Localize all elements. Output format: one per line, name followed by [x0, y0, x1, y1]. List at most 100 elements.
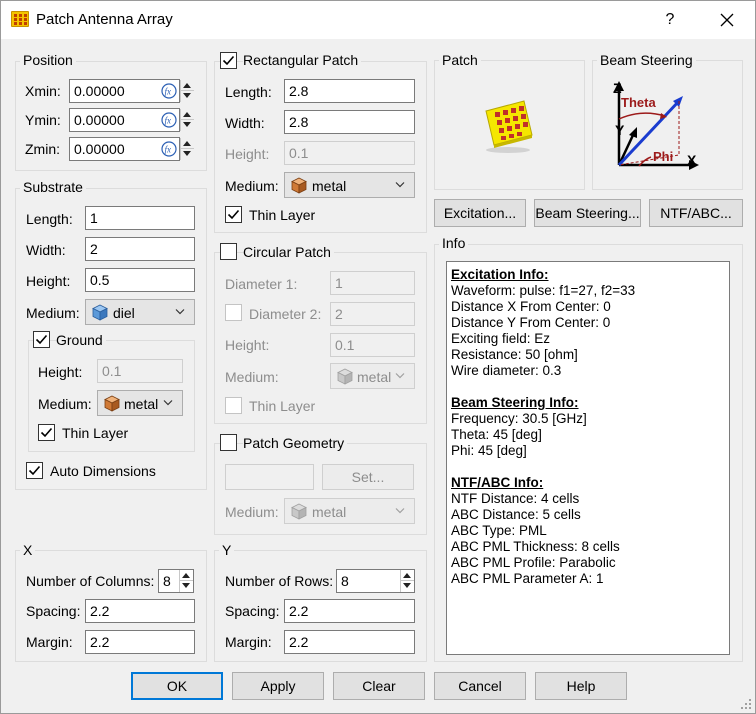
ground-medium-select[interactable]: metal — [97, 390, 183, 416]
substrate-width-input[interactable]: 2 — [85, 237, 195, 261]
circ-patch-checkbox[interactable] — [220, 243, 237, 260]
rect-width-label: Width: — [225, 115, 265, 131]
ground-thin-layer-checkbox[interactable] — [38, 424, 55, 441]
info-text-panel[interactable]: Excitation Info: Waveform: pulse: f1=27,… — [446, 261, 730, 655]
rect-length-input[interactable]: 2.8 — [284, 79, 415, 103]
columns-label: Number of Columns: — [26, 573, 155, 589]
y-margin-input[interactable]: 2.2 — [284, 630, 415, 654]
circ-height-input[interactable]: 0.1 — [330, 333, 415, 357]
rect-medium-label: Medium: — [225, 178, 279, 194]
info-line: Theta: 45 [deg] — [451, 427, 542, 442]
geometry-medium-label: Medium: — [225, 504, 279, 520]
zmin-label: Zmin: — [25, 141, 60, 157]
ground-height-input[interactable]: 0.1 — [97, 359, 183, 383]
chevron-down-icon — [175, 309, 185, 315]
y-margin-label: Margin: — [225, 634, 272, 650]
rect-patch-checkbox[interactable] — [220, 52, 237, 69]
rect-thin-layer-label: Thin Layer — [249, 207, 316, 223]
rect-thin-layer-checkbox[interactable] — [225, 206, 242, 223]
ymin-spinner[interactable] — [180, 109, 194, 131]
diameter2-input[interactable]: 2 — [330, 302, 415, 326]
dielectric-cube-icon — [92, 304, 108, 321]
geometry-medium-select[interactable]: metal — [284, 498, 415, 524]
function-icon[interactable]: fx — [161, 83, 177, 99]
circ-thin-layer-checkbox[interactable] — [225, 397, 242, 414]
columns-spinner[interactable] — [179, 570, 193, 592]
ok-button[interactable]: OK — [131, 672, 223, 700]
y-group-title: Y — [219, 542, 235, 558]
info-line: Distance Y From Center: 0 — [451, 315, 611, 330]
diameter2-checkbox[interactable] — [225, 304, 242, 321]
info-line: ABC PML Parameter A: 1 — [451, 571, 604, 586]
auto-dimensions-checkbox[interactable] — [26, 462, 43, 479]
info-line: Resistance: 50 [ohm] — [451, 347, 578, 362]
x-spacing-input[interactable]: 2.2 — [85, 599, 195, 623]
function-icon[interactable]: fx — [161, 112, 177, 128]
ground-label: Ground — [56, 332, 106, 348]
substrate-height-input[interactable]: 0.5 — [85, 268, 195, 292]
close-icon — [720, 13, 734, 27]
x-margin-input[interactable]: 2.2 — [85, 630, 195, 654]
info-line: Wire diameter: 0.3 — [451, 363, 562, 378]
info-line: NTF Distance: 4 cells — [451, 491, 580, 506]
ground-checkbox[interactable] — [33, 331, 50, 348]
excitation-info-heading: Excitation Info: — [451, 267, 549, 282]
checkmark-icon — [222, 55, 235, 66]
info-line: ABC Type: PML — [451, 523, 547, 538]
excitation-button[interactable]: Excitation... — [434, 199, 526, 227]
rect-height-input[interactable]: 0.1 — [284, 141, 415, 165]
patch-geometry-checkbox[interactable] — [220, 434, 237, 451]
circ-thin-layer-label: Thin Layer — [249, 398, 316, 414]
ntf-info-heading: NTF/ABC Info: — [451, 475, 544, 490]
rect-patch-label: Rectangular Patch — [243, 52, 362, 68]
geometry-medium-value: metal — [312, 504, 347, 520]
rect-medium-select[interactable]: metal — [284, 172, 415, 198]
axis-y-label: Y — [615, 122, 625, 138]
help-title-button[interactable]: ? — [656, 5, 684, 35]
checkmark-icon — [227, 209, 240, 220]
title-bar: Patch Antenna Array ? — [1, 1, 755, 39]
close-button[interactable] — [709, 5, 745, 35]
metal-cube-icon — [104, 395, 120, 412]
cancel-button[interactable]: Cancel — [434, 672, 526, 700]
substrate-medium-select[interactable]: diel — [85, 299, 195, 325]
ground-medium-value: metal — [124, 396, 159, 412]
zmin-spinner[interactable] — [180, 138, 194, 160]
checkmark-icon — [40, 427, 53, 438]
svg-text:fx: fx — [165, 145, 172, 155]
circ-medium-label: Medium: — [225, 369, 279, 385]
substrate-length-input[interactable]: 1 — [85, 206, 195, 230]
metal-cube-icon — [337, 368, 353, 385]
beam-steering-button[interactable]: Beam Steering... — [534, 199, 641, 227]
help-button[interactable]: Help — [535, 672, 627, 700]
rect-width-input[interactable]: 2.8 — [284, 110, 415, 134]
substrate-group-title: Substrate — [20, 179, 86, 195]
ntf-abc-button[interactable]: NTF/ABC... — [649, 199, 743, 227]
beam-steering-diagram: Z Y X Theta Phi — [613, 80, 699, 170]
circ-medium-select[interactable]: metal — [330, 363, 415, 389]
ground-thin-layer-label: Thin Layer — [62, 425, 129, 441]
resize-grip-icon[interactable] — [740, 698, 752, 710]
function-icon[interactable]: fx — [161, 141, 177, 157]
set-geometry-button[interactable]: Set... — [322, 464, 414, 490]
dialog-window: Patch Antenna Array ? Position Xmin: 0.0… — [0, 0, 756, 714]
circ-patch-label: Circular Patch — [243, 244, 334, 260]
xmin-spinner[interactable] — [180, 80, 194, 102]
diameter1-label: Diameter 1: — [225, 276, 298, 292]
chevron-down-icon — [395, 508, 405, 514]
patch-geometry-file-input[interactable] — [225, 464, 314, 490]
metal-cube-icon — [291, 177, 307, 194]
info-line: Distance X From Center: 0 — [451, 299, 611, 314]
diameter1-input[interactable]: 1 — [330, 271, 415, 295]
phi-label: Phi — [653, 149, 673, 164]
y-spacing-label: Spacing: — [225, 603, 280, 619]
apply-button[interactable]: Apply — [232, 672, 324, 700]
rect-medium-value: metal — [312, 178, 347, 194]
y-spacing-input[interactable]: 2.2 — [284, 599, 415, 623]
rows-spinner[interactable] — [400, 570, 414, 592]
rows-label: Number of Rows: — [225, 573, 334, 589]
substrate-length-label: Length: — [26, 211, 73, 227]
x-margin-label: Margin: — [26, 634, 73, 650]
info-group-title: Info — [439, 235, 469, 251]
clear-button[interactable]: Clear — [333, 672, 425, 700]
